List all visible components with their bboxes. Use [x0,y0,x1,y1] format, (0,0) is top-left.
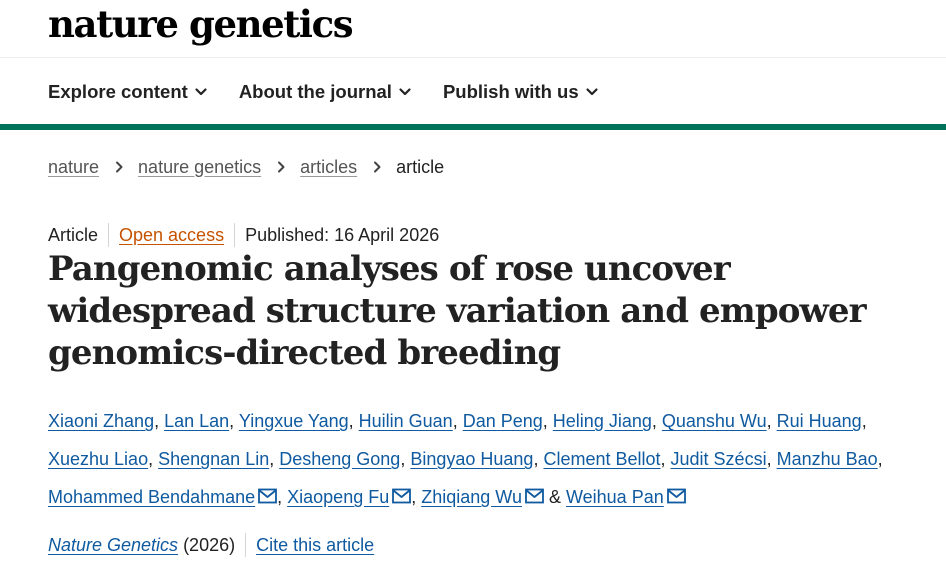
author-link[interactable]: Heling Jiang [553,411,652,431]
author-link[interactable]: Huilin Guan [359,411,453,431]
author-link[interactable]: Xiaopeng Fu [287,487,389,507]
chevron-down-icon [399,88,411,96]
meta-divider [108,223,110,247]
author-link[interactable]: Shengnan Lin [158,449,269,469]
article-title: Pangenomic analyses of rose uncover wide… [48,249,867,373]
nav-publish-with-us[interactable]: Publish with us [443,81,599,103]
citation-divider [245,533,247,557]
author-link[interactable]: Yingxue Yang [239,411,349,431]
journal-link[interactable]: Nature Genetics [48,535,178,556]
chevron-down-icon [586,88,598,96]
article-meta: Article Open access Published: 16 April … [48,222,439,248]
chevron-down-icon [195,88,207,96]
author-link[interactable]: Lan Lan [164,411,229,431]
breadcrumb-link-articles[interactable]: articles [300,157,357,178]
mail-icon[interactable] [392,488,412,504]
citation-year: (2026) [183,534,236,555]
author-link[interactable]: Weihua Pan [566,487,664,507]
breadcrumb-link-nature-genetics[interactable]: nature genetics [138,157,261,178]
open-access-link[interactable]: Open access [119,225,224,246]
author-link[interactable]: Quanshu Wu [662,411,767,431]
author-link[interactable]: Manzhu Bao [777,449,878,469]
journal-logo[interactable]: nature genetics [48,2,354,46]
author-link[interactable]: Xuezhu Liao [48,449,148,469]
nav-explore-content[interactable]: Explore content [48,81,208,103]
header-divider [0,57,946,58]
nav-item-label: Publish with us [442,81,579,102]
breadcrumb-link-nature[interactable]: nature [48,157,99,178]
author-link[interactable]: Clement Bellot [543,449,660,469]
author-link[interactable]: Dan Peng [463,411,543,431]
meta-divider [234,223,236,247]
author-link[interactable]: Zhiqiang Wu [421,487,522,507]
brand-bar [0,124,946,130]
chevron-right-icon [278,161,285,173]
nav-item-label: Explore content [48,81,188,102]
nav-about-journal[interactable]: About the journal [239,81,412,103]
nav-item-label: About the journal [238,81,392,102]
main-nav: Explore content About the journal Publis… [48,78,630,106]
mail-icon[interactable] [666,488,686,504]
author-link[interactable]: Rui Huang [777,411,862,431]
author-link[interactable]: Mohammed Bendahmane [48,487,255,507]
author-link[interactable]: Desheng Gong [279,449,400,469]
published-date: Published: 16 April 2026 [245,224,440,245]
author-link[interactable]: Judit Szécsi [671,449,767,469]
chevron-right-icon [116,161,123,173]
author-link[interactable]: Xiaoni Zhang [48,411,154,431]
breadcrumb-current: article [396,156,445,177]
breadcrumb: nature nature genetics articles article [48,154,444,180]
cite-this-article-link[interactable]: Cite this article [256,535,374,556]
chevron-right-icon [374,161,381,173]
author-list: Xiaoni Zhang, Lan Lan, Yingxue Yang, Hui… [48,411,883,507]
citation-line: Nature Genetics (2026) Cite this article [48,532,374,558]
mail-icon[interactable] [525,488,544,504]
author-link[interactable]: Bingyao Huang [410,449,533,469]
mail-icon[interactable] [258,488,278,504]
article-type: Article [48,224,99,245]
